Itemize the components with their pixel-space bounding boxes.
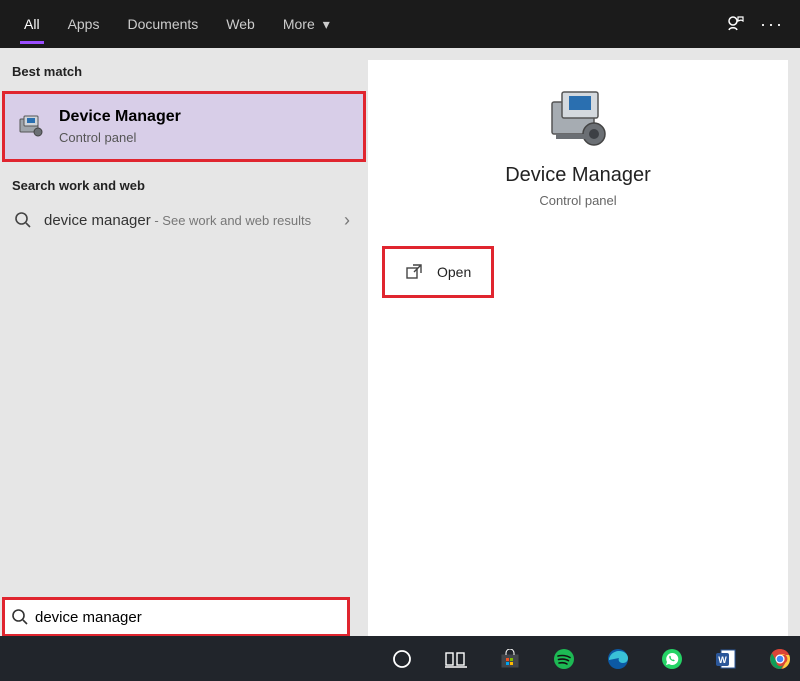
open-label: Open <box>437 264 471 280</box>
best-match-title: Device Manager <box>59 108 181 126</box>
taskbar: W <box>0 636 800 681</box>
svg-text:W: W <box>718 655 727 665</box>
search-tabs: All Apps Documents Web More ▾ ··· <box>0 0 800 48</box>
tab-more[interactable]: More ▾ <box>269 0 344 48</box>
tab-all[interactable]: All <box>10 0 54 48</box>
search-web-header: Search work and web <box>0 172 368 199</box>
word-icon[interactable]: W <box>714 647 738 671</box>
microsoft-store-icon[interactable] <box>498 647 522 671</box>
best-match-text: Device Manager Control panel <box>59 108 181 145</box>
device-manager-icon <box>15 111 47 143</box>
search-icon <box>5 608 35 626</box>
cortana-icon[interactable] <box>390 647 414 671</box>
preview-subtitle: Control panel <box>368 193 788 208</box>
tab-web[interactable]: Web <box>212 0 269 48</box>
more-options-icon[interactable]: ··· <box>754 14 790 35</box>
results-pane: Best match Device Manager Control panel … <box>0 48 368 636</box>
web-result-suffix: - See work and web results <box>151 213 311 228</box>
open-icon <box>405 263 423 281</box>
web-search-result[interactable]: device manager - See work and web result… <box>0 199 368 241</box>
web-result-query: device manager <box>44 212 151 229</box>
whatsapp-icon[interactable] <box>660 647 684 671</box>
task-view-icon[interactable] <box>444 647 468 671</box>
web-result-text: device manager - See work and web result… <box>44 212 338 229</box>
preview-pane: Device Manager Control panel Open <box>368 60 788 636</box>
tab-apps[interactable]: Apps <box>54 0 114 48</box>
edge-icon[interactable] <box>606 647 630 671</box>
search-icon <box>12 209 34 231</box>
search-box[interactable] <box>2 597 350 637</box>
search-body: Best match Device Manager Control panel … <box>0 48 800 636</box>
chrome-icon[interactable] <box>768 647 792 671</box>
best-match-result[interactable]: Device Manager Control panel <box>2 91 366 162</box>
tab-documents[interactable]: Documents <box>113 0 212 48</box>
search-input[interactable] <box>35 600 347 634</box>
preview-title: Device Manager <box>368 164 788 187</box>
tab-more-label: More <box>283 16 315 32</box>
feedback-icon[interactable] <box>718 14 754 34</box>
preview-device-manager-icon <box>368 86 788 150</box>
chevron-down-icon: ▾ <box>323 16 330 33</box>
spotify-icon[interactable] <box>552 647 576 671</box>
best-match-header: Best match <box>0 58 368 85</box>
chevron-right-icon[interactable]: › <box>338 210 356 231</box>
open-button[interactable]: Open <box>382 246 494 298</box>
best-match-subtitle: Control panel <box>59 130 181 145</box>
